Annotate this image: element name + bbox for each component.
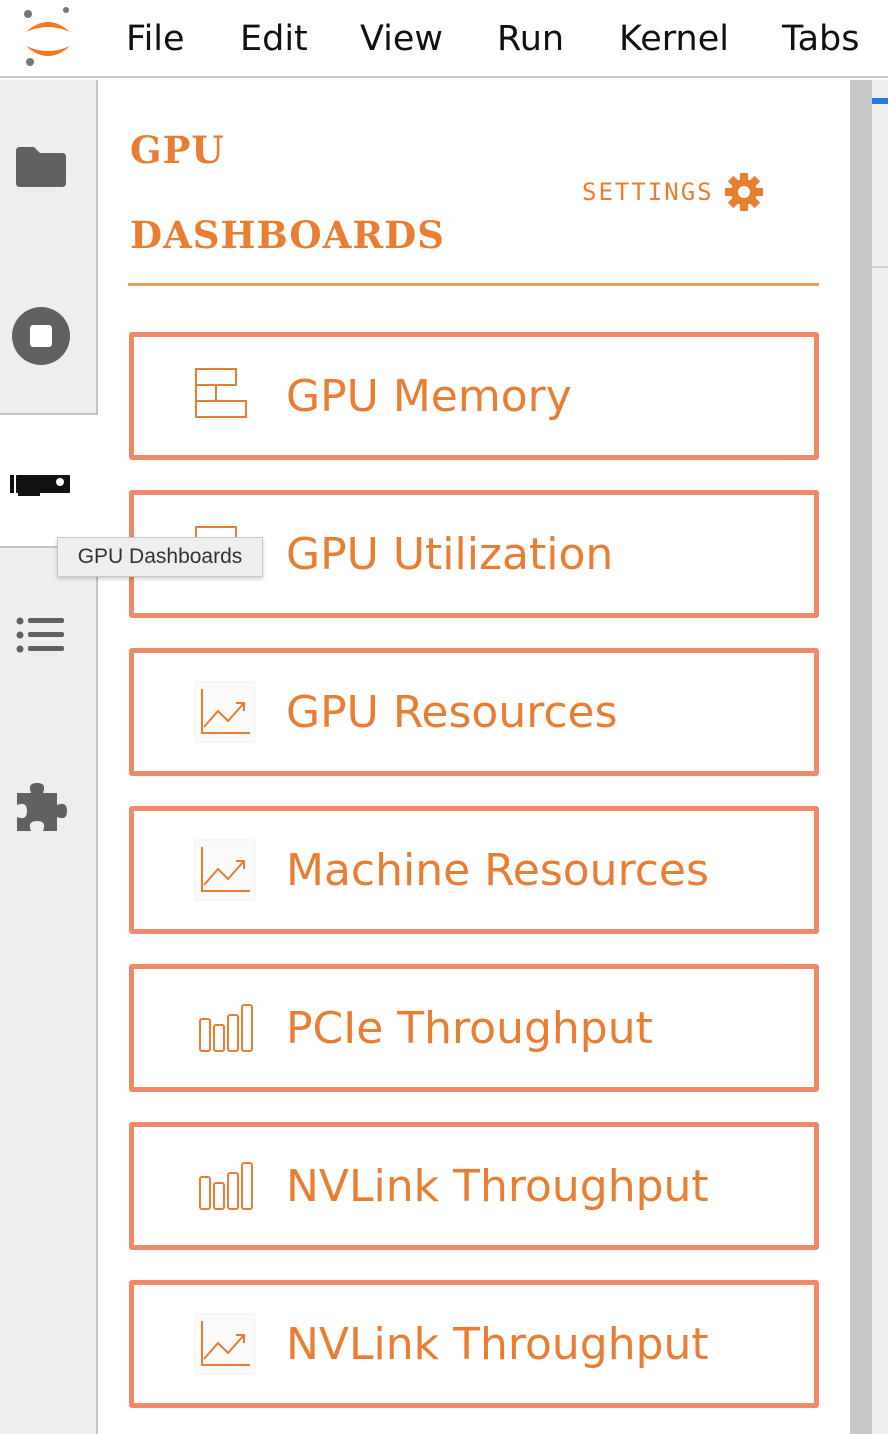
menu-edit[interactable]: Edit [240, 0, 308, 78]
title-divider [128, 283, 819, 286]
left-sidebar [0, 80, 100, 1434]
settings-button[interactable]: SETTINGS [582, 172, 764, 212]
panel-splitter[interactable] [850, 80, 872, 1434]
dashboard-button-label: NVLink Throughput [286, 1318, 709, 1370]
dashboard-button-nvlink-throughput[interactable]: NVLink Throughput [129, 1122, 819, 1250]
folder-icon[interactable] [10, 136, 72, 198]
gpu-dashboards-panel: GPU DASHBOARDS SETTINGS GPU Memory GPU U… [98, 80, 850, 1434]
gear-icon [724, 173, 763, 211]
line-chart-icon [194, 681, 256, 743]
dashboard-button-nvlink-throughput-timeline[interactable]: NVLink Throughput [129, 1280, 819, 1408]
dashboard-button-gpu-memory[interactable]: GPU Memory [129, 332, 819, 460]
settings-label: SETTINGS [582, 178, 714, 206]
panel-title: GPU DASHBOARDS [130, 128, 445, 257]
menu-file[interactable]: File [126, 0, 185, 78]
dashboard-button-label: GPU Memory [286, 370, 572, 422]
dashboard-button-pcie-throughput[interactable]: PCIe Throughput [129, 964, 819, 1092]
toolbar-divider [872, 266, 888, 268]
main-area-edge [872, 80, 888, 1434]
menu-bar: File Edit View Run Kernel Tabs [0, 0, 888, 78]
bar-chart-icon [199, 1162, 253, 1210]
active-tab-indicator [872, 98, 888, 104]
dashboard-button-gpu-resources[interactable]: GPU Resources [129, 648, 819, 776]
line-chart-icon [194, 1313, 256, 1375]
memory-blocks-icon [195, 368, 247, 418]
dashboard-button-label: PCIe Throughput [286, 1002, 653, 1054]
dashboard-button-label: GPU Resources [286, 686, 618, 738]
stop-circle-icon[interactable] [10, 305, 72, 367]
menu-kernel[interactable]: Kernel [619, 0, 729, 78]
dashboard-button-label: NVLink Throughput [286, 1160, 709, 1212]
menu-view[interactable]: View [360, 0, 443, 78]
dashboard-button-label: GPU Utilization [286, 528, 614, 580]
list-icon[interactable] [10, 604, 72, 666]
gpu-dashboards-tooltip: GPU Dashboards [57, 537, 263, 577]
jupyter-logo-icon[interactable] [20, 6, 76, 68]
menu-run[interactable]: Run [497, 0, 564, 78]
dashboard-button-machine-resources[interactable]: Machine Resources [129, 806, 819, 934]
dashboard-button-label: Machine Resources [286, 844, 709, 896]
menu-tabs[interactable]: Tabs [782, 0, 860, 78]
bar-chart-icon [199, 1004, 253, 1052]
puzzle-icon[interactable] [10, 774, 72, 836]
gpu-card-icon[interactable] [10, 454, 72, 516]
line-chart-icon [194, 839, 256, 901]
